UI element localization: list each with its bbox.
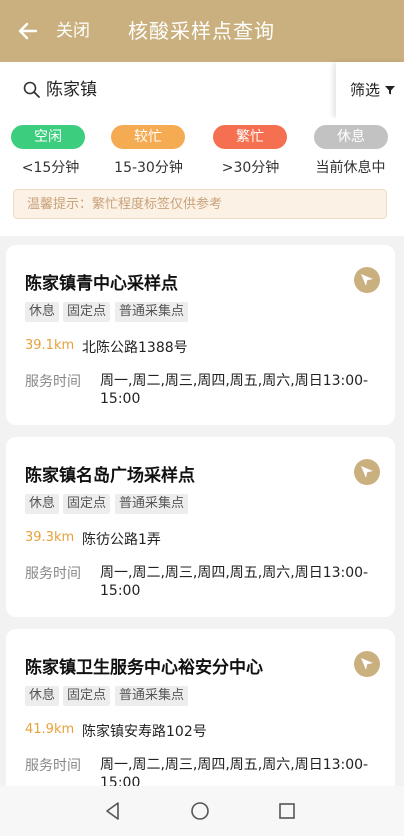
legend-pill-moderate: 较忙: [111, 125, 185, 149]
navigate-button[interactable]: [354, 651, 380, 677]
legend-pill-busy: 繁忙: [213, 125, 287, 149]
navigation-arrow-icon: [361, 658, 373, 670]
site-address: 北陈公路1388号: [82, 340, 188, 356]
close-button[interactable]: 关闭: [56, 19, 90, 43]
navigate-button[interactable]: [354, 459, 380, 485]
navigation-arrow-icon: [361, 466, 373, 478]
system-nav-bar: [0, 786, 404, 836]
type-tag: 固定点: [63, 494, 111, 514]
site-address: 陈彷公路1弄: [82, 532, 161, 548]
site-distance: 39.1km: [25, 338, 75, 353]
site-address: 陈家镇安寿路102号: [82, 724, 207, 740]
status-tag: 休息: [25, 302, 60, 322]
search-input[interactable]: 陈家镇: [46, 78, 97, 102]
hours-label: 服务时间: [25, 374, 81, 390]
back-triangle-icon[interactable]: [103, 801, 123, 821]
site-name: 陈家镇卫生服务中心裕安分中心: [25, 658, 263, 678]
status-tag: 休息: [25, 686, 60, 706]
back-arrow-icon[interactable]: [16, 19, 40, 43]
legend-desc-moderate: 15-30分钟: [114, 160, 183, 176]
app-header: 关闭 核酸采样点查询: [0, 0, 404, 62]
category-tag: 普通采集点: [115, 686, 189, 706]
filter-label: 筛选: [350, 81, 381, 99]
legend-desc-idle: <15分钟: [21, 160, 80, 176]
tip-text: 温馨提示：繁忙程度标签仅供参考: [27, 197, 223, 212]
category-tag: 普通采集点: [115, 302, 189, 322]
category-tag: 普通采集点: [115, 494, 189, 514]
site-name: 陈家镇名岛广场采样点: [25, 466, 195, 486]
search-icon: [23, 81, 40, 98]
navigate-button[interactable]: [354, 267, 380, 293]
site-distance: 41.9km: [25, 722, 75, 737]
navigation-arrow-icon: [361, 274, 373, 286]
type-tag: 固定点: [63, 302, 111, 322]
home-circle-icon[interactable]: [190, 801, 210, 821]
busy-legend: 空闲 <15分钟 较忙 15-30分钟 繁忙 >30分钟 休息 当前休息中 温馨…: [0, 118, 404, 236]
legend-pill-rest: 休息: [314, 125, 388, 149]
hours-label: 服务时间: [25, 758, 81, 774]
legend-desc-rest: 当前休息中: [315, 160, 386, 176]
page-title: 核酸采样点查询: [128, 19, 275, 43]
legend-pill-idle: 空闲: [11, 125, 85, 149]
hours-label: 服务时间: [25, 566, 81, 582]
legend-desc-busy: >30分钟: [221, 160, 280, 176]
site-distance: 39.3km: [25, 530, 75, 545]
site-card[interactable]: 陈家镇青中心采样点 休息 固定点 普通采集点 39.1km 北陈公路1388号 …: [6, 245, 395, 425]
site-hours: 周一,周二,周三,周四,周五,周六,周日13:00-15:00: [100, 565, 369, 599]
site-hours: 周一,周二,周三,周四,周五,周六,周日13:00-15:00: [100, 373, 369, 407]
status-tag: 休息: [25, 494, 60, 514]
site-card[interactable]: 陈家镇名岛广场采样点 休息 固定点 普通采集点 39.3km 陈彷公路1弄 服务…: [6, 437, 395, 617]
recents-square-icon[interactable]: [277, 801, 297, 821]
site-name: 陈家镇青中心采样点: [25, 274, 178, 294]
filter-triangle-icon: [385, 86, 395, 95]
filter-button[interactable]: 筛选: [336, 62, 404, 118]
type-tag: 固定点: [63, 686, 111, 706]
site-card[interactable]: 陈家镇卫生服务中心裕安分中心 休息 固定点 普通采集点 41.9km 陈家镇安寿…: [6, 629, 395, 809]
tip-banner: 温馨提示：繁忙程度标签仅供参考: [13, 189, 387, 219]
